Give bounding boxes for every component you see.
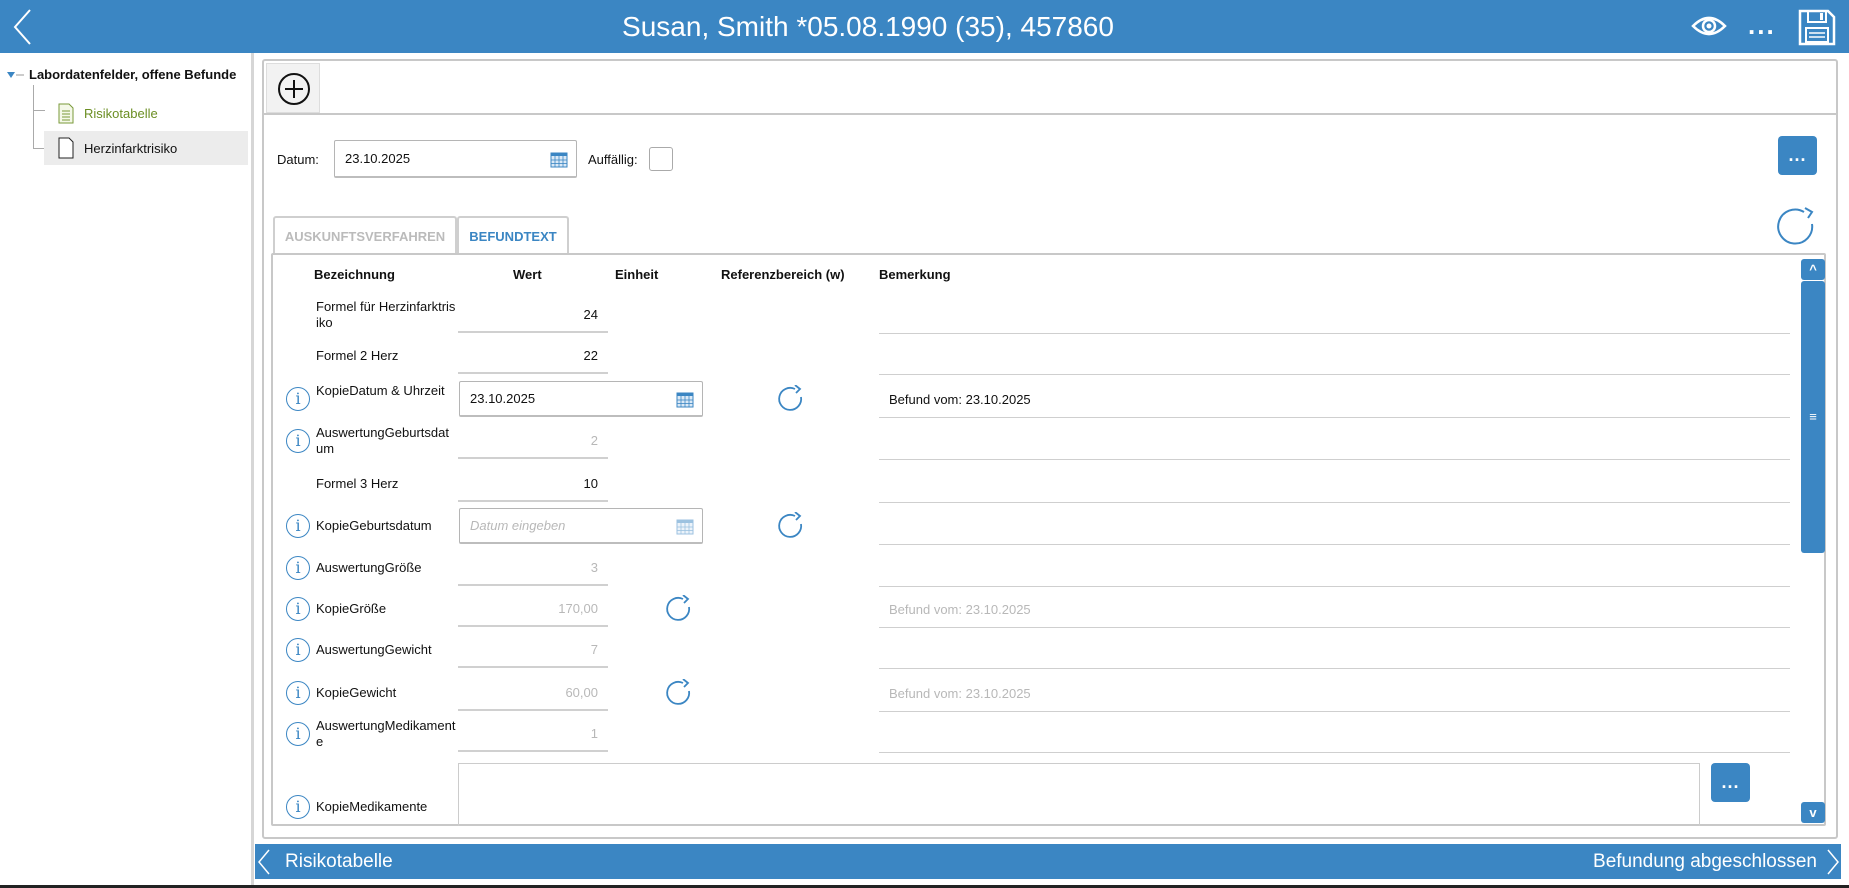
refresh-icon[interactable] (777, 384, 805, 413)
row-value: 3 (458, 550, 608, 586)
calendar-icon[interactable] (550, 150, 568, 168)
info-icon[interactable]: i (286, 556, 310, 580)
eye-icon[interactable] (1691, 14, 1727, 38)
col-header-bemerkung: Bemerkung (879, 267, 951, 282)
row-label: Formel für Herzinfarktrisiko (316, 299, 456, 330)
calendar-icon[interactable] (676, 390, 694, 408)
prev-button[interactable]: Risikotabelle (255, 844, 393, 879)
row-remark[interactable] (879, 298, 1790, 334)
next-button[interactable]: Befundung abgeschlossen (1593, 844, 1841, 879)
tree-root[interactable]: Labordatenfelder, offene Befunde (29, 67, 236, 82)
tab-auskunftsverfahren[interactable]: AUSKUNFTSVERFAHREN (273, 216, 457, 254)
add-button[interactable] (266, 63, 320, 113)
col-header-einheit: Einheit (615, 267, 659, 282)
info-icon[interactable]: i (286, 795, 310, 819)
scroll-up-button[interactable]: ^ (1801, 259, 1825, 280)
row-label: KopieGröße (316, 601, 387, 616)
datum-value: 23.10.2025 (345, 151, 411, 166)
row-value: 7 (458, 632, 608, 668)
info-icon[interactable]: i (286, 681, 310, 705)
row-remark[interactable] (879, 467, 1790, 503)
sidebar-item-label: Risikotabelle (84, 106, 158, 121)
row-label: AuswertungMedikamente (316, 718, 456, 749)
sidebar-item-herzinfarktrisiko[interactable]: Herzinfarktrisiko (44, 131, 248, 165)
row-value: 2 (458, 423, 608, 459)
info-icon[interactable]: i (286, 722, 310, 746)
auffaellig-label: Auffällig: (588, 152, 638, 167)
info-icon[interactable]: i (286, 514, 310, 538)
kopie-datum-input[interactable]: 23.10.2025 (459, 381, 703, 417)
col-header-wert: Wert (513, 267, 542, 282)
datum-label: Datum: (277, 152, 319, 167)
more-menu-icon[interactable]: ... (1748, 10, 1776, 41)
row-placeholder: Datum eingeben (470, 518, 566, 533)
kopie-medikamente-textarea[interactable] (458, 763, 1700, 826)
save-icon[interactable] (1798, 9, 1836, 46)
datum-input[interactable]: 23.10.2025 (334, 140, 577, 178)
auffaellig-checkbox[interactable] (649, 147, 673, 171)
info-icon[interactable]: i (286, 597, 310, 621)
row-value: 170,00 (458, 591, 608, 627)
row-remark: Befund vom: 23.10.2025 (879, 676, 1790, 712)
medikamente-more-button[interactable]: ... (1711, 763, 1750, 802)
tree-expand-icon[interactable] (7, 72, 25, 80)
calendar-icon[interactable] (676, 517, 694, 535)
row-value[interactable]: 22 (458, 338, 608, 374)
row-value[interactable]: 10 (458, 466, 608, 502)
row-remark (879, 633, 1790, 669)
scrollbar-thumb[interactable]: ≡ (1801, 281, 1825, 553)
scroll-down-button[interactable]: v (1801, 802, 1825, 823)
row-label: AuswertungGröße (316, 560, 422, 575)
row-label: AuswertungGeburtsdatum (316, 425, 449, 456)
row-value[interactable]: 24 (458, 297, 608, 333)
row-remark[interactable] (879, 339, 1790, 375)
next-label: Befundung abgeschlossen (1593, 850, 1817, 872)
row-value: 23.10.2025 (470, 391, 536, 406)
row-value: 1 (458, 716, 608, 752)
refresh-icon[interactable] (665, 594, 693, 623)
row-remark[interactable]: Befund vom: 23.10.2025 (879, 382, 1790, 418)
more-options-button[interactable]: ... (1778, 136, 1817, 175)
plus-circle-icon (278, 73, 310, 105)
document-lines-icon (58, 103, 74, 124)
row-label: KopieGeburtsdatum (316, 518, 432, 533)
row-remark (879, 424, 1790, 460)
row-label: AuswertungGewicht (316, 642, 432, 657)
info-icon[interactable]: i (286, 638, 310, 662)
row-remark (879, 551, 1790, 587)
col-header-bezeichnung: Bezeichnung (314, 267, 395, 282)
row-remark: Befund vom: 23.10.2025 (879, 592, 1790, 628)
patient-title: Susan, Smith *05.08.1990 (35), 457860 (622, 11, 1114, 42)
header-bar: Susan, Smith *05.08.1990 (35), 457860 ..… (0, 0, 1849, 53)
refresh-icon[interactable] (777, 511, 805, 540)
row-value: 60,00 (458, 675, 608, 711)
tab-befundtext[interactable]: BEFUNDTEXT (457, 216, 569, 254)
col-header-referenzbereich: Referenzbereich (w) (721, 267, 845, 282)
row-label: KopieGewicht (316, 685, 397, 700)
footer-nav: Risikotabelle Befundung abgeschlossen (255, 844, 1841, 879)
refresh-icon[interactable] (665, 678, 693, 707)
row-remark[interactable] (879, 509, 1790, 545)
row-label: KopieDatum & Uhrzeit (316, 383, 445, 398)
row-label: KopieMedikamente (316, 799, 428, 814)
sidebar-tree: Labordatenfelder, offene Befunde Risikot… (0, 53, 254, 888)
row-remark (879, 717, 1790, 753)
refresh-icon[interactable] (1776, 206, 1818, 248)
document-icon (58, 137, 74, 159)
prev-label: Risikotabelle (285, 850, 393, 872)
kopie-geburtsdatum-input[interactable]: Datum eingeben (459, 508, 703, 544)
chevron-right-icon (1827, 849, 1839, 874)
sidebar-item-risikotabelle[interactable]: Risikotabelle (44, 97, 248, 129)
sidebar-item-label: Herzinfarktrisiko (84, 141, 178, 156)
info-icon[interactable]: i (286, 387, 310, 411)
row-label: Formel 3 Herz (316, 476, 399, 491)
row-label: Formel 2 Herz (316, 348, 399, 363)
chevron-left-icon (258, 849, 270, 874)
info-icon[interactable]: i (286, 429, 310, 453)
